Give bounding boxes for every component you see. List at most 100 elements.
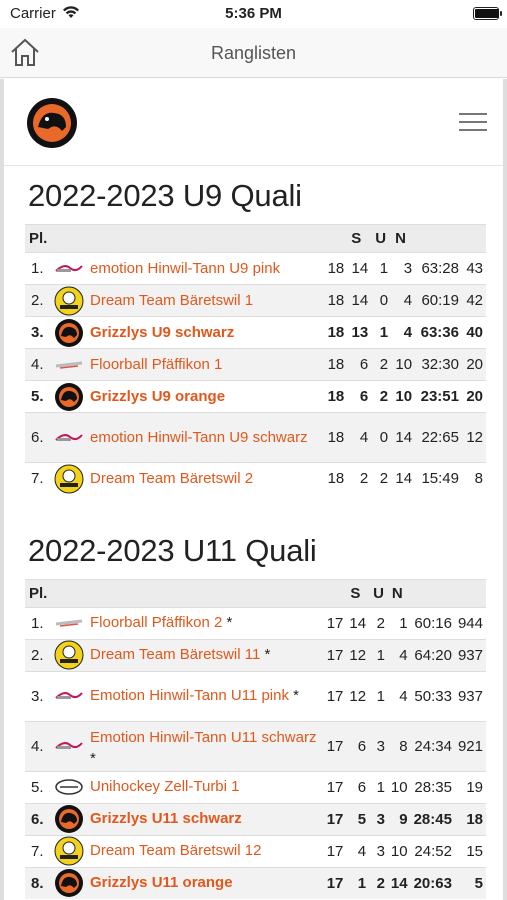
rankings: 2022-2023 U9 Quali Pl. S U N 1. emotion Hinwil…	[4, 178, 503, 900]
rank-cell: 1.	[25, 606, 51, 639]
u-cell: 2	[371, 348, 392, 381]
team-cell: Dream Team Bäretswil 2	[87, 462, 324, 495]
gp-cell: 17	[323, 770, 347, 803]
gp-cell: 17	[323, 606, 347, 639]
goals-cell: 28:45	[410, 802, 455, 835]
goals-cell: 60:19	[415, 284, 462, 317]
rank-cell: 6.	[25, 412, 51, 463]
column-header-gp	[323, 224, 348, 253]
goals-cell: 24:52	[410, 834, 455, 867]
s-cell: 6	[346, 770, 370, 803]
gp-cell: 17	[323, 802, 347, 835]
rank-cell: 2.	[25, 284, 51, 317]
team-link[interactable]: Dream Team Bäretswil 2	[90, 470, 253, 487]
dreamteam-logo-icon	[51, 462, 87, 495]
team-link[interactable]: Grizzlys U9 orange	[90, 388, 225, 405]
pts-cell: 15	[454, 834, 486, 867]
goals-cell: 15:49	[415, 462, 462, 495]
battery-fill	[475, 9, 499, 18]
goals-cell: 63:28	[415, 252, 462, 285]
team-cell: emotion Hinwil-Tann U9 pink	[87, 252, 324, 285]
table-row: 8. Grizzlys U11 orange 17 1 2 14 20:63 5	[25, 866, 486, 899]
team-cell: Floorball Pfäffikon 1	[87, 348, 324, 381]
page-title: Ranglisten	[210, 43, 297, 63]
team-link[interactable]: Dream Team Bäretswil 1	[90, 292, 253, 309]
team-link[interactable]: Grizzlys U9 schwarz	[90, 324, 234, 341]
table-row: 5. Unihockey Zell-Turbi 1 17 6 1 10 28:35 19	[25, 770, 486, 803]
n-cell: 1	[387, 606, 411, 639]
pts-cell: 18	[454, 802, 486, 835]
u-cell: 2	[369, 866, 388, 899]
goals-cell: 64:20	[410, 638, 455, 671]
goals-cell: 23:51	[415, 380, 462, 413]
pfaeffikon-logo-icon	[51, 348, 87, 381]
emotion-logo-icon	[51, 252, 87, 285]
team-cell: Floorball Pfäffikon 2 *	[87, 606, 324, 639]
n-cell: 14	[387, 866, 411, 899]
table-header-row: Pl. S U N	[25, 578, 486, 607]
n-cell: 4	[391, 284, 416, 317]
status-bar: Carrier 5:36 PM	[0, 0, 507, 28]
team-cell: Emotion Hinwil-Tann U11 schwarz *	[87, 720, 324, 771]
team-link[interactable]: emotion Hinwil-Tann U9 pink	[90, 260, 280, 277]
n-cell: 10	[391, 380, 416, 413]
team-link[interactable]: Grizzlys U11 schwarz	[90, 810, 242, 827]
u-cell: 1	[369, 770, 388, 803]
table-row: 4. Emotion Hinwil-Tann U11 schwarz * 17 6 3 8…	[25, 720, 486, 771]
table-row: 4. Floorball Pfäffikon 1 18 6 2 10 32:30 20	[25, 348, 486, 381]
grizzlys-logo-icon[interactable]	[26, 97, 78, 149]
gp-cell: 18	[323, 462, 348, 495]
pfaeffikon-logo-icon	[51, 606, 87, 639]
table-row: 3. Emotion Hinwil-Tann U11 pink * 17 12 1 4 50…	[25, 670, 486, 721]
rank-cell: 5.	[25, 770, 51, 803]
column-header-pts	[454, 578, 486, 607]
gp-cell: 17	[323, 834, 347, 867]
table-row: 6. emotion Hinwil-Tann U9 schwarz 18 4 0 14 22…	[25, 412, 486, 463]
column-header-gp	[323, 578, 347, 607]
team-cell: Dream Team Bäretswil 1	[87, 284, 324, 317]
pts-cell: 42	[461, 284, 486, 317]
n-cell: 10	[387, 834, 411, 867]
grizzlys-logo-icon	[51, 802, 87, 835]
rank-cell: 5.	[25, 380, 51, 413]
goals-cell: 22:65	[415, 412, 462, 463]
pts-cell: 8	[461, 462, 486, 495]
rank-cell: 1.	[25, 252, 51, 285]
rank-cell: 7.	[25, 462, 51, 495]
team-link[interactable]: Unihockey Zell-Turbi 1	[90, 778, 240, 795]
section-title: 2022-2023 U11 Quali	[28, 532, 317, 568]
team-link[interactable]: Floorball Pfäffikon 2	[90, 614, 222, 631]
table-row: 3. Grizzlys U9 schwarz 18 13 1 4 63:36 40	[25, 316, 486, 349]
u-cell: 2	[371, 380, 392, 413]
team-link[interactable]: Emotion Hinwil-Tann U11 pink	[90, 687, 289, 704]
ranking-table: Pl. S U N 1. Floorball Pfäffikon 2 * 17 14 2 1 60:…	[25, 578, 486, 899]
emotion-logo-icon	[51, 412, 87, 463]
table-row: 5. Grizzlys U9 orange 18 6 2 10 23:51 20	[25, 380, 486, 413]
team-link[interactable]: Grizzlys U11 orange	[90, 874, 233, 891]
n-cell: 14	[391, 462, 416, 495]
pts-cell: 12	[461, 412, 486, 463]
clock: 5:36 PM	[225, 5, 282, 22]
dreamteam-logo-icon	[51, 284, 87, 317]
web-view[interactable]: 2022-2023 U9 Quali Pl. S U N 1. emotion Hinwil…	[0, 79, 507, 900]
table-row: 7. Dream Team Bäretswil 2 18 2 2 14 15:49 8	[25, 462, 486, 495]
rank-cell: 8.	[25, 866, 51, 899]
table-header-row: Pl. S U N	[25, 224, 486, 253]
s-cell: 6	[346, 720, 370, 771]
team-cell: Emotion Hinwil-Tann U11 pink *	[87, 670, 324, 721]
s-cell: 13	[347, 316, 372, 349]
gp-cell: 17	[323, 670, 347, 721]
team-link[interactable]: Dream Team Bäretswil 12	[90, 842, 261, 859]
column-header-u: U	[371, 224, 392, 253]
team-link[interactable]: emotion Hinwil-Tann U9 schwarz	[90, 429, 308, 446]
team-link[interactable]: Floorball Pfäffikon 1	[90, 356, 222, 373]
zell-logo-icon	[51, 770, 87, 803]
n-cell: 14	[391, 412, 416, 463]
team-link[interactable]: Dream Team Bäretswil 11	[90, 646, 260, 663]
footnote-star: *	[264, 646, 271, 663]
s-cell: 1	[346, 866, 370, 899]
rank-cell: 3.	[25, 670, 51, 721]
hamburger-menu-icon[interactable]	[459, 113, 487, 133]
table-row: 6. Grizzlys U11 schwarz 17 5 3 9 28:45 18	[25, 802, 486, 835]
team-link[interactable]: Emotion Hinwil-Tann U11 schwarz	[90, 729, 316, 746]
